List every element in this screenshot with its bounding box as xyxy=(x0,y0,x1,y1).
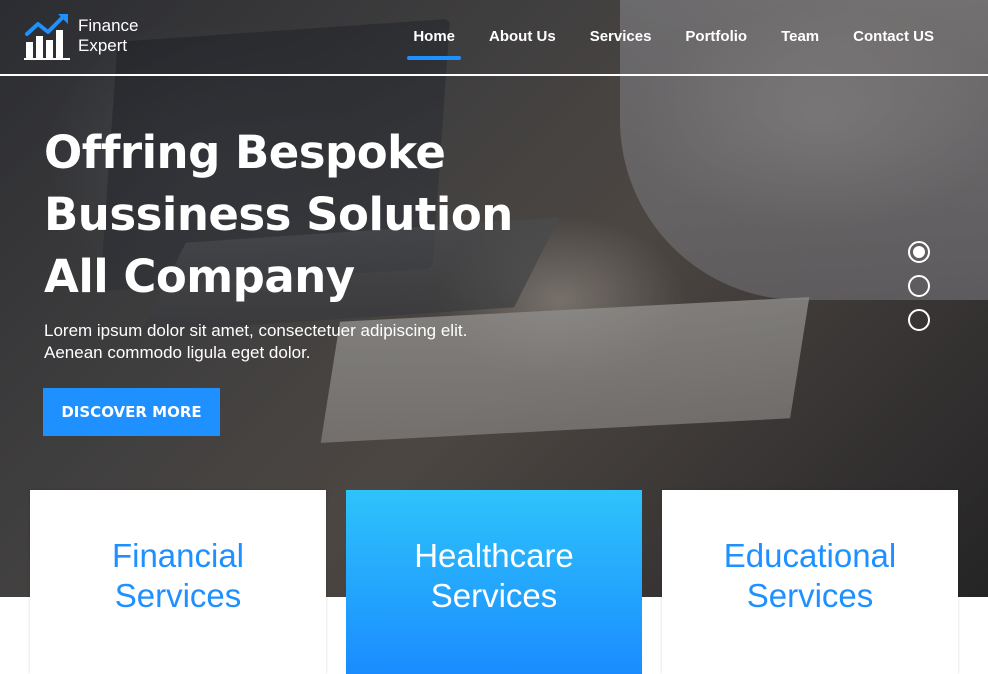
service-card-educational[interactable]: Educational Services xyxy=(662,490,958,674)
service-card-label: Financial Services xyxy=(111,537,245,614)
brand-name-line2: Expert xyxy=(78,36,128,55)
service-card-healthcare[interactable]: Healthcare Services xyxy=(346,490,642,674)
hero-subtext: Lorem ipsum dolor sit amet, consectetuer… xyxy=(44,320,467,364)
slider-pagination xyxy=(908,241,930,343)
hero-headline-line2: Bussiness Solution xyxy=(44,188,513,241)
nav-services[interactable]: Services xyxy=(590,28,652,49)
brand-name: Finance Expert xyxy=(78,16,138,56)
hero-subtext-line2: Aenean commodo ligula eget dolor. xyxy=(44,343,311,362)
nav-team[interactable]: Team xyxy=(781,28,819,49)
top-navbar: Finance Expert Home About Us Services Po… xyxy=(0,0,988,76)
nav-home[interactable]: Home xyxy=(407,28,461,60)
bar-chart-trend-icon xyxy=(24,14,70,60)
hero-headline-line3: All Company xyxy=(44,250,355,303)
brand-logo[interactable]: Finance Expert xyxy=(24,12,154,62)
service-card-label: Educational Services xyxy=(723,537,897,614)
slider-dot-2[interactable] xyxy=(908,275,930,297)
nav-portfolio[interactable]: Portfolio xyxy=(685,28,747,49)
discover-more-button[interactable]: DISCOVER MORE xyxy=(43,388,220,436)
service-card-financial[interactable]: Financial Services xyxy=(30,490,326,674)
slider-dot-1[interactable] xyxy=(908,241,930,263)
brand-name-line1: Finance xyxy=(78,16,139,35)
main-menu: Home About Us Services Portfolio Team Co… xyxy=(407,28,934,60)
hero-subtext-line1: Lorem ipsum dolor sit amet, consectetuer… xyxy=(44,321,468,340)
hero-headline: Offring Bespoke Bussiness Solution All C… xyxy=(44,122,513,308)
nav-contact-us[interactable]: Contact US xyxy=(853,28,934,49)
service-card-label: Healthcare Services xyxy=(414,537,574,614)
hero-headline-line1: Offring Bespoke xyxy=(44,126,446,179)
nav-about-us[interactable]: About Us xyxy=(489,28,556,49)
slider-dot-3[interactable] xyxy=(908,309,930,331)
